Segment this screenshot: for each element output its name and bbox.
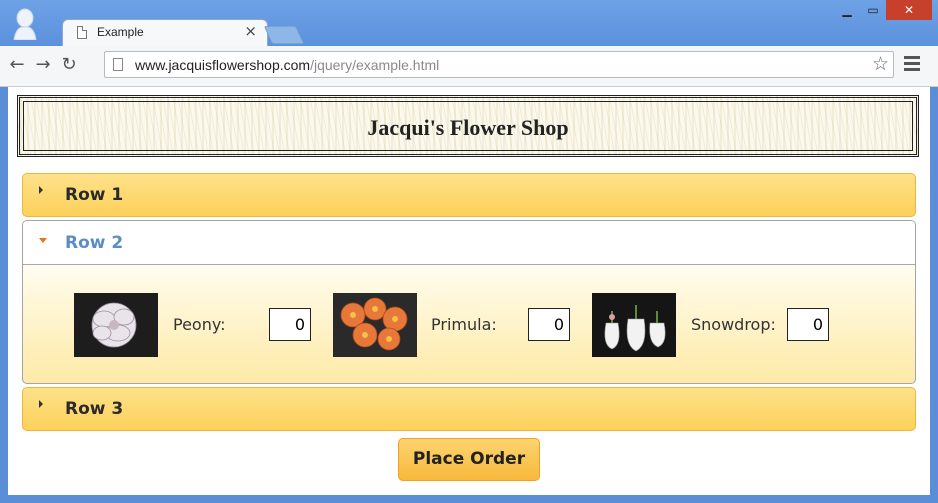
browser-tab[interactable]: Example × [62,19,268,46]
page-icon [113,58,123,71]
peony-image [74,293,158,357]
url-text[interactable]: www.jacquisflowershop.com/jquery/example… [135,57,439,73]
peony-quantity-input[interactable]: 0 [269,308,311,341]
snowdrop-label: Snowdrop: [691,315,776,334]
collapsed-arrow-icon [39,400,43,408]
accordion-row-1-header[interactable]: Row 1 [22,173,916,217]
primula-label: Primula: [431,315,497,334]
new-tab-button[interactable] [263,26,305,44]
url-host: www.jacquisflowershop.com [135,57,311,73]
accordion-row-2-label: Row 2 [65,233,124,253]
expanded-arrow-icon [39,238,47,243]
page-viewport: Jacqui's Flower Shop Row 1 Row 2 Peony: … [8,87,930,495]
snowdrop-quantity-input[interactable]: 0 [787,308,829,341]
maximize-button[interactable]: ▭ [862,0,884,20]
accordion-row-2-header[interactable]: Row 2 [23,221,915,265]
snowdrop-image [592,293,676,357]
address-bar[interactable]: www.jacquisflowershop.com/jquery/example… [104,51,894,78]
window-titlebar: Example × ▁ ▭ ✕ [0,0,938,46]
menu-icon[interactable] [904,56,920,74]
page-icon [77,26,87,39]
page-title: Jacqui's Flower Shop [367,115,569,140]
accordion-row-2: Row 2 Peony: 0 Primula: 0 Snowdrop: 0 [22,220,916,384]
close-window-button[interactable]: ✕ [886,0,932,20]
browser-toolbar: ← → ↻ www.jacquisflowershop.com/jquery/e… [0,46,938,87]
place-order-button[interactable]: Place Order [398,438,540,481]
close-tab-icon[interactable]: × [244,22,257,40]
accordion-row-3-label: Row 3 [65,399,124,419]
url-path: /jquery/example.html [310,57,440,73]
tab-title: Example [97,25,144,39]
primula-quantity-input[interactable]: 0 [528,308,570,341]
primula-image [333,293,417,357]
bookmark-star-icon[interactable]: ☆ [872,53,889,75]
forward-arrow-icon[interactable]: → [32,54,54,76]
back-arrow-icon[interactable]: ← [6,54,28,76]
reload-icon[interactable]: ↻ [58,54,80,76]
accordion-row-1-label: Row 1 [65,185,124,205]
minimize-button[interactable]: ▁ [836,0,858,20]
shop-banner: Jacqui's Flower Shop [17,95,919,157]
accordion-row-3-header[interactable]: Row 3 [22,387,916,431]
profile-icon[interactable] [12,8,38,40]
collapsed-arrow-icon [39,186,43,194]
peony-label: Peony: [173,315,226,334]
